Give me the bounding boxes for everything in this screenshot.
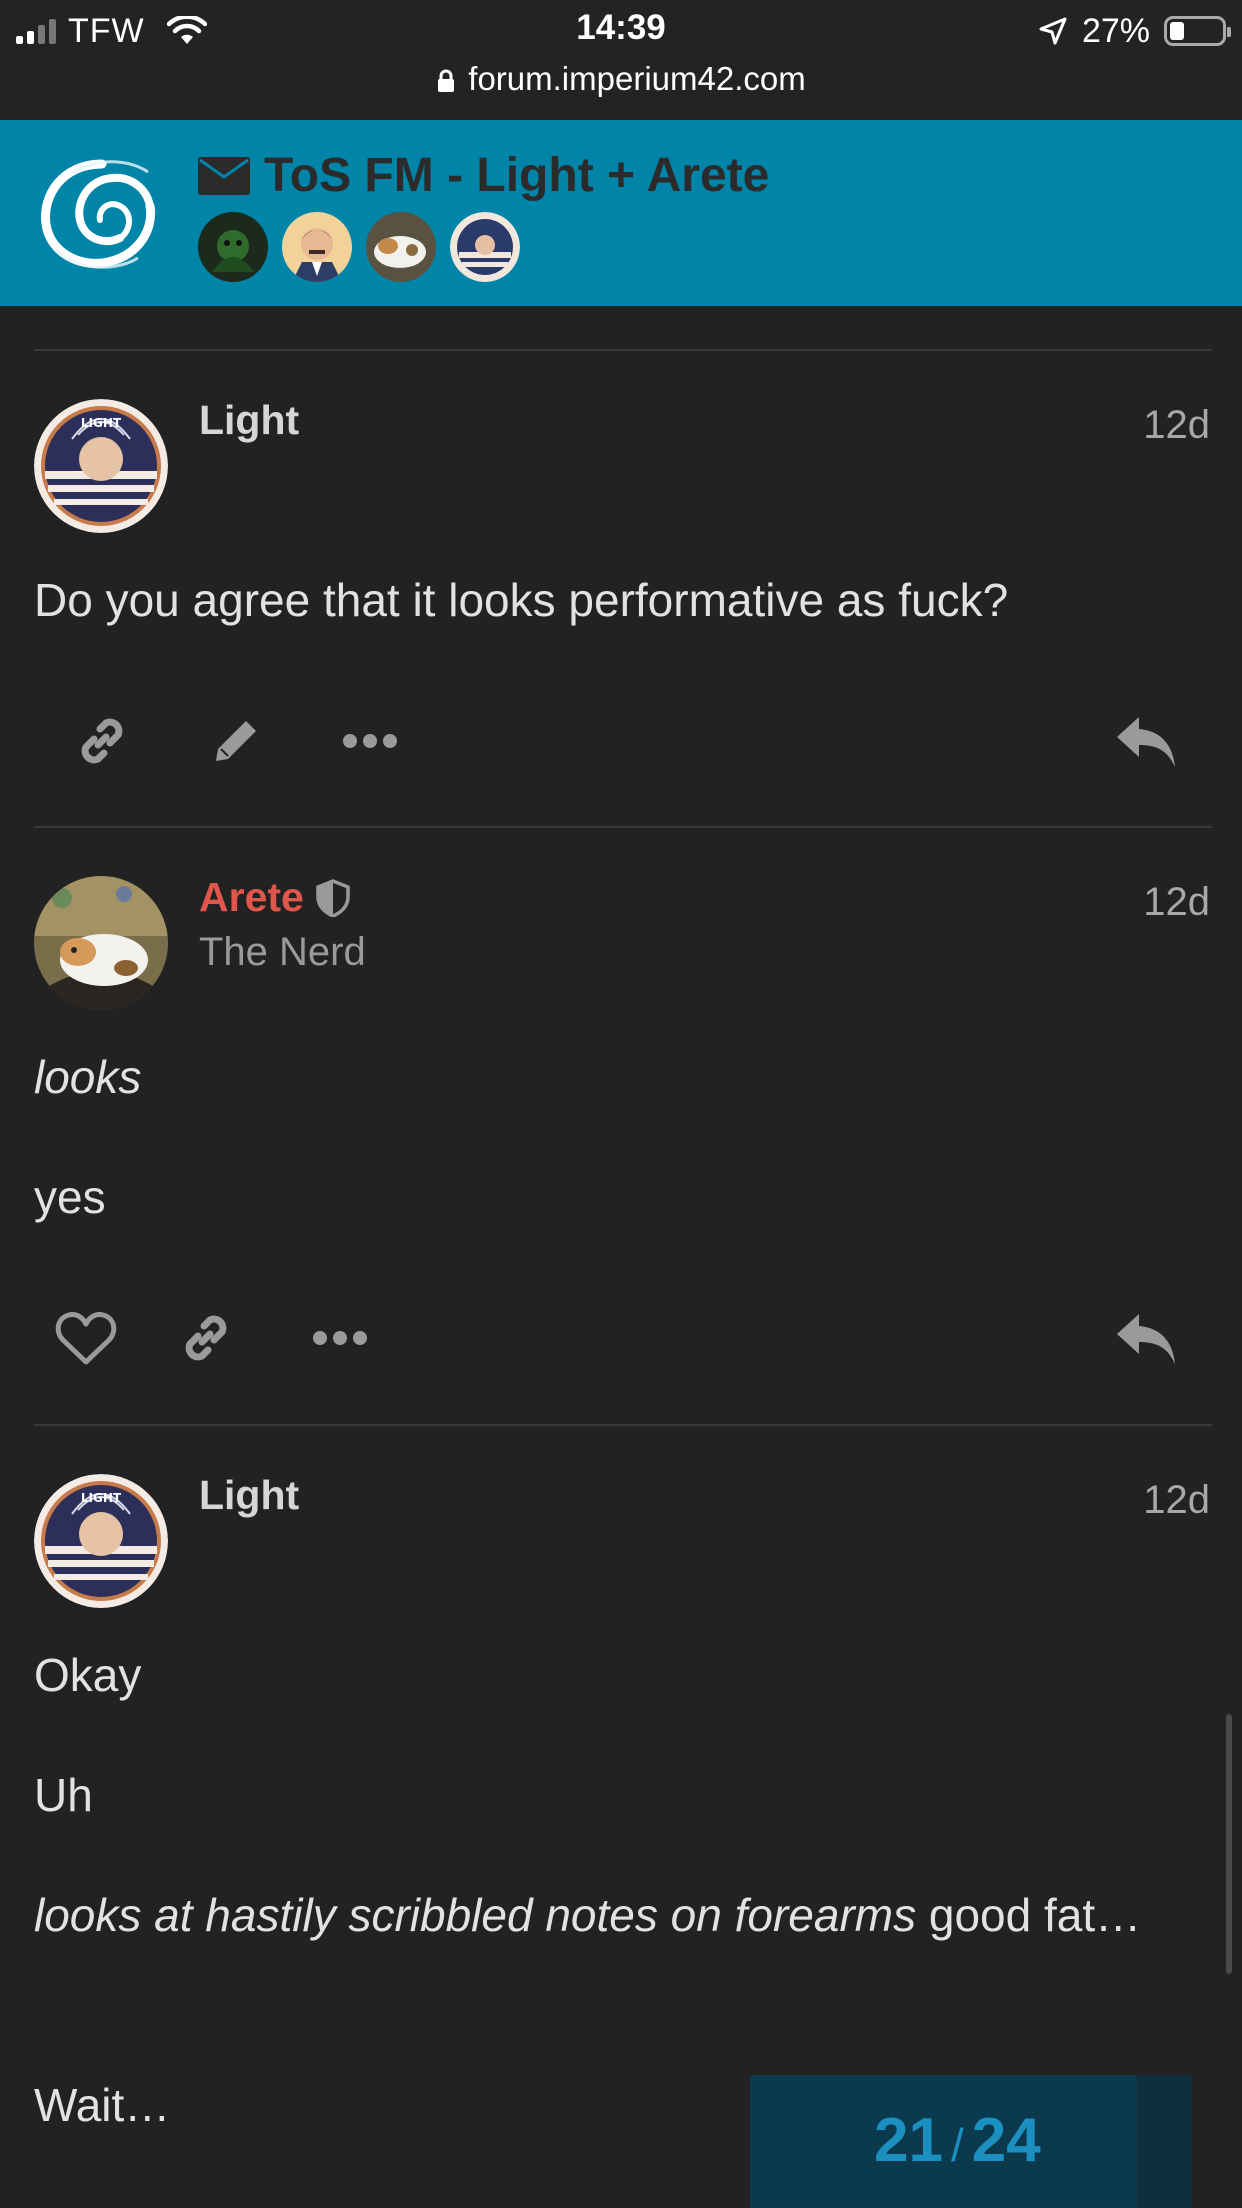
moderator-shield-icon [316,878,350,917]
more-icon [313,1331,367,1345]
post-date[interactable]: 12d [1143,403,1210,448]
battery-percent: 27% [1081,11,1150,50]
participant-list [198,212,520,282]
topic-title-text: ToS FM - Light + Arete [264,149,770,202]
scroll-timeline[interactable] [1226,1714,1232,1974]
progress-label: 21/24 [750,2105,1192,2176]
italic-text: looks at hastily scribbled notes on fore… [34,1889,917,1941]
username[interactable]: Arete [199,874,350,921]
battery-icon [1164,16,1231,46]
reply-button[interactable] [1106,701,1186,781]
site-logo[interactable] [32,150,172,274]
edit-icon [216,721,256,761]
avatar[interactable]: LIGHT [34,399,168,533]
link-icon [81,718,123,764]
username[interactable]: Light [199,397,299,444]
lock-icon [438,69,455,93]
italic-text: looks [34,1051,142,1103]
url-bar[interactable]: forum.imperium42.com [0,60,1242,98]
post-body-line: looks [34,1044,141,1111]
topic-title[interactable]: ToS FM - Light + Arete [198,148,769,203]
link-button[interactable] [166,1298,246,1378]
more-button[interactable] [300,1298,380,1378]
username-text: Arete [199,874,304,920]
more-icon [343,734,397,748]
edit-button[interactable] [196,701,276,781]
participant-avatar[interactable] [282,212,352,282]
progress-current: 21 [874,2106,943,2175]
post-divider [34,349,1212,351]
svg-text:LIGHT: LIGHT [81,416,122,430]
user-title: The Nerd [199,930,366,974]
envelope-icon [198,156,250,195]
post-body: Do you agree that it looks performative … [34,574,1009,626]
post-date[interactable]: 12d [1143,1478,1210,1523]
post-divider [34,1424,1212,1426]
participant-avatar[interactable] [198,212,268,282]
svg-text:LIGHT: LIGHT [81,1491,122,1505]
progress-slash: / [950,2119,964,2171]
progress-total: 24 [971,2106,1041,2175]
post-body-line: Uh [34,1769,93,1821]
post-date[interactable]: 12d [1143,880,1210,925]
reply-icon [1117,1314,1175,1364]
status-right: 27% [1038,10,1231,52]
link-icon [185,1315,227,1361]
link-button[interactable] [62,701,142,781]
avatar[interactable]: LIGHT [34,1474,168,1608]
post-body-line: looks at hastily scribbled notes on fore… [34,1882,1184,1949]
topic-progress[interactable]: 21/24 [750,2075,1192,2208]
like-button[interactable] [46,1298,126,1378]
reply-icon [1117,717,1175,767]
more-button[interactable] [330,701,410,781]
location-arrow-icon [1039,17,1067,45]
participant-avatar[interactable] [366,212,436,282]
status-bar: TFW 14:39 27% forum.imperium42.com [0,0,1242,120]
heart-icon [55,1312,117,1365]
post-body-line: Wait… [34,2079,171,2131]
avatar[interactable] [34,876,168,1010]
post-divider [34,826,1212,828]
battery-fill [1170,22,1184,40]
participant-avatar[interactable] [450,212,520,282]
post-body-line: yes [34,1171,106,1223]
topic-header: ToS FM - Light + Arete [0,120,1242,306]
username[interactable]: Light [199,1472,299,1519]
post-body-line: Okay [34,1649,142,1701]
reply-button[interactable] [1106,1298,1186,1378]
body-text-segment: good fat… [916,1889,1142,1941]
url-text: forum.imperium42.com [468,60,806,97]
